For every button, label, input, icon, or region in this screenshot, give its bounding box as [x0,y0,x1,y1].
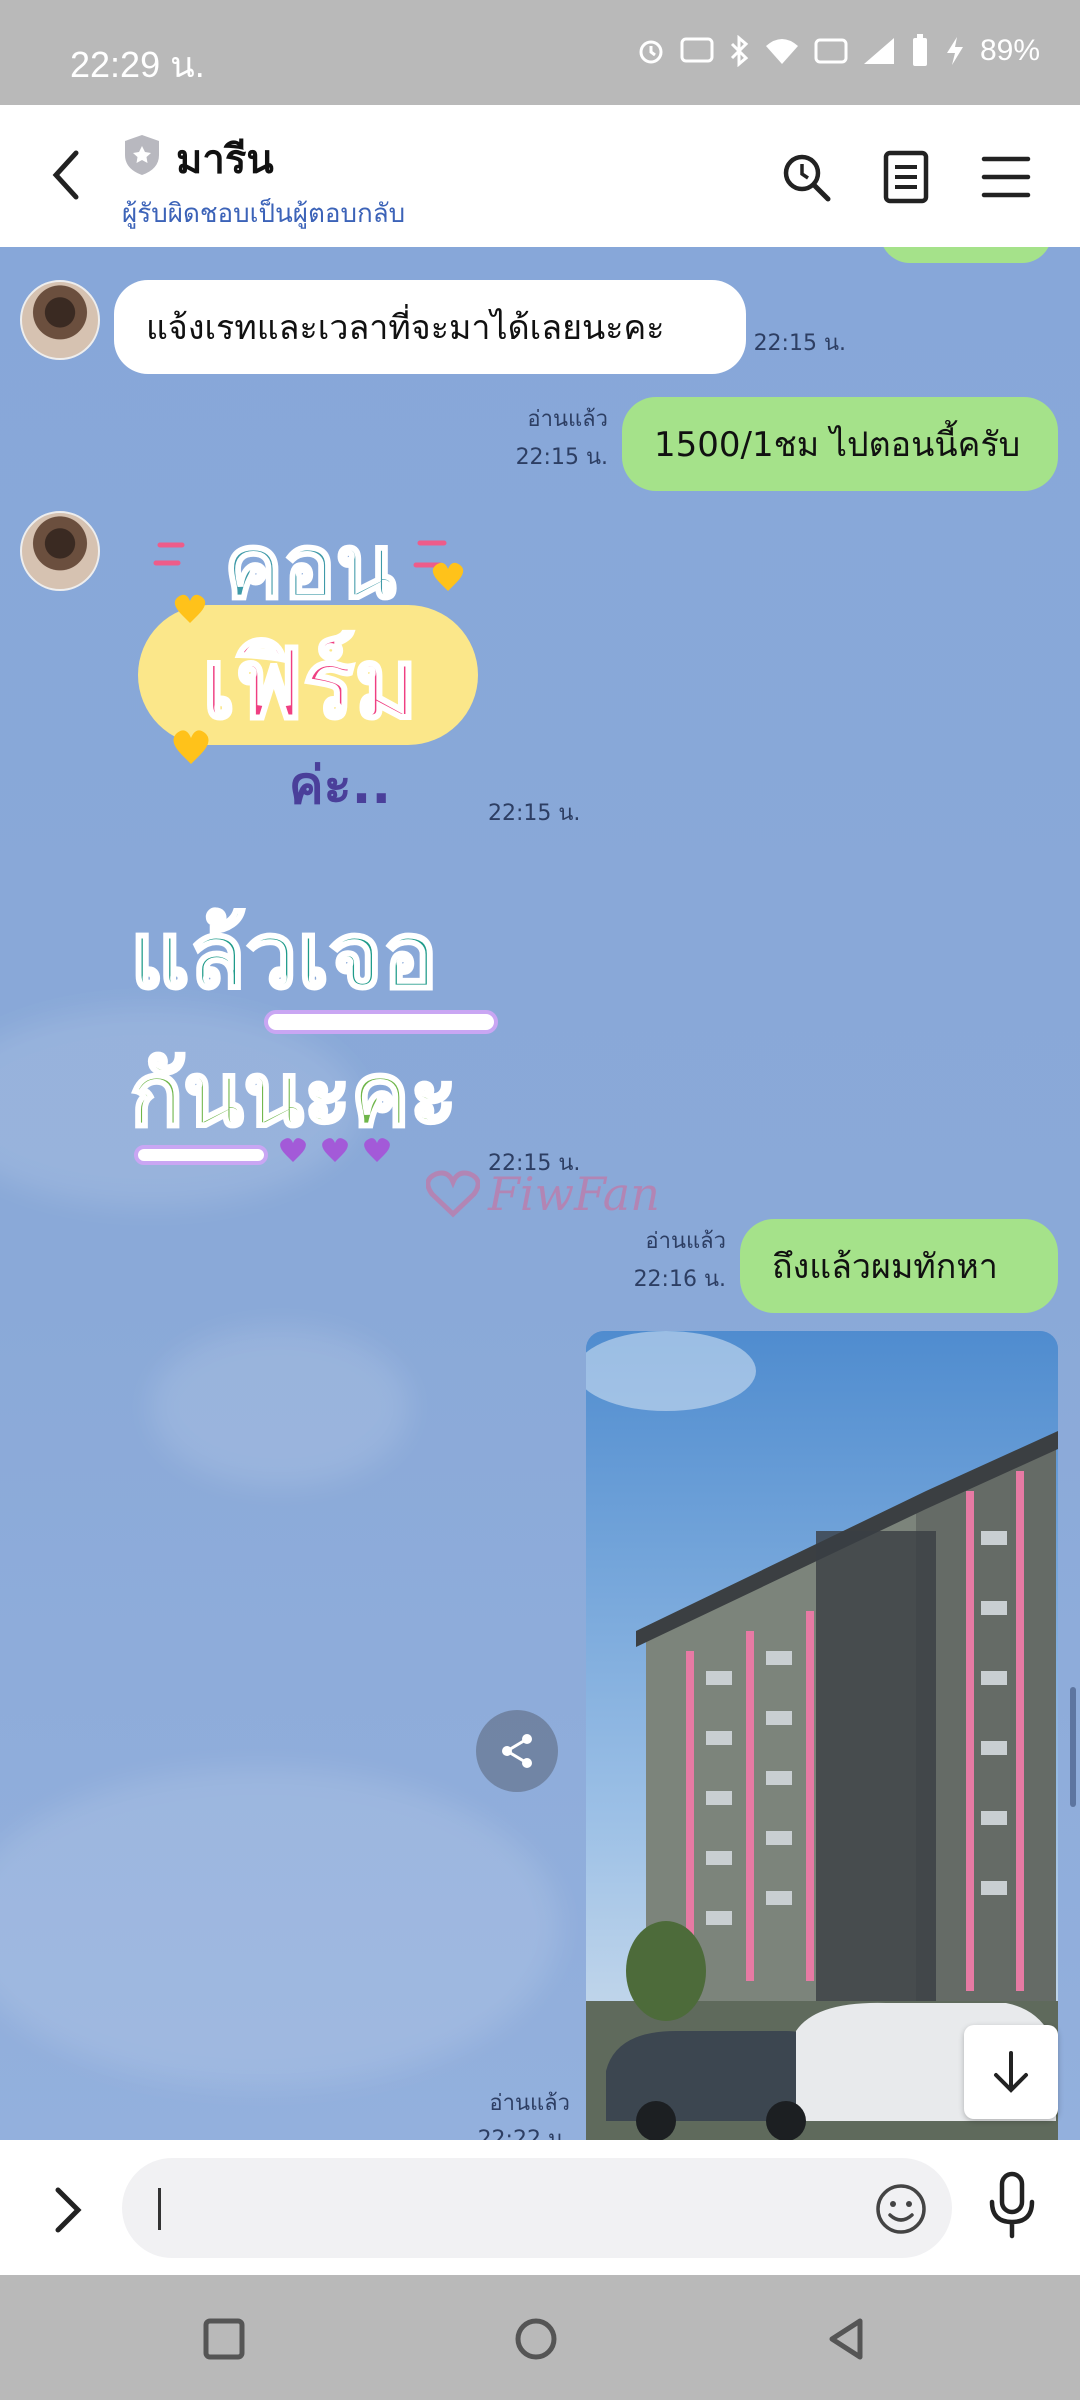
chevron-right-icon[interactable] [48,2182,88,2238]
sticker-text: แล้วเจอ [130,902,438,1009]
watermark: FiwFan [426,1167,660,1221]
sticker-text: กันนะคะ [130,1043,457,1146]
heart-icon [426,1170,480,1218]
chat-area[interactable]: แจ้งเรทและเวลาที่จะมาได้เลยนะคะ 22:15 น.… [0,247,1080,2140]
read-receipt: อ่านแล้ว [489,2091,570,2116]
building-photo [586,1331,1058,2140]
watermark-text: FiwFan [488,1167,660,1221]
charging-icon [944,35,966,67]
search-icon[interactable] [778,149,834,205]
message-time: 22:16 น. [633,1267,726,1292]
message-text: 1500/1ชม ไปตอนนี้ครับ [654,425,1021,465]
message-time: 22:15 น. [488,801,581,826]
microphone-icon[interactable] [984,2170,1040,2242]
avatar[interactable] [20,280,100,360]
back-nav-icon[interactable] [818,2311,874,2367]
volte-icon [814,36,848,66]
menu-icon[interactable] [978,149,1034,205]
recent-apps-icon[interactable] [196,2311,252,2367]
message-input-bar [0,2140,1080,2275]
shield-icon [125,135,159,175]
status-time: 22:29 น. [70,44,205,85]
status-bar: 22:29 น. 89% [0,0,1080,105]
incoming-message-bubble[interactable]: แจ้งเรทและเวลาที่จะมาได้เลยนะคะ [114,280,746,374]
photo-message[interactable] [586,1331,1058,2140]
outgoing-message-bubble[interactable]: 1500/1ชม ไปตอนนี้ครับ [622,397,1058,491]
contact-name[interactable]: มารีน [176,127,274,191]
message-time: 22:15 น. [515,445,608,470]
sticker-text: คอน [224,515,396,618]
message-input[interactable] [122,2158,952,2258]
sticker-text: เฟิร์ม [202,628,418,740]
chat-header: มารีน ผู้รับผิดชอบเป็นผู้ตอบกลับ [0,105,1080,247]
text-caret [158,2188,161,2230]
signal-icon [862,36,896,66]
bluetooth-icon [728,35,750,67]
message-time: 22:22 น. [477,2127,570,2140]
scrollbar[interactable] [1070,1687,1076,1807]
message-text: ถึงแล้วผมทักหา [772,1247,998,1287]
arrow-down-icon [994,2051,1028,2093]
sticker-confirm[interactable]: คอน เฟิร์ม ค่ะ.. [120,505,500,825]
message-text: แจ้งเรทและเวลาที่จะมาได้เลยนะคะ [146,308,665,348]
wifi-icon [764,36,800,66]
sticker-text: ค่ะ.. [289,756,391,816]
system-navigation-bar [0,2275,1080,2400]
emoji-icon[interactable] [874,2182,928,2236]
contact-subtitle: ผู้รับผิดชอบเป็นผู้ตอบกลับ [122,199,406,229]
read-receipt: อ่านแล้ว [645,1229,726,1254]
alarm-icon [636,36,666,66]
previous-message-bubble [880,247,1052,263]
refresh-rate-icon [680,36,714,66]
share-button[interactable] [476,1710,558,1792]
chevron-left-icon[interactable] [44,145,94,205]
status-icons: 89% [636,34,1040,68]
scroll-to-bottom-button[interactable] [964,2025,1058,2119]
notes-icon[interactable] [878,149,934,205]
battery-icon [910,34,930,68]
battery-percent: 89% [979,34,1040,67]
avatar[interactable] [20,511,100,591]
message-time: 22:15 น. [753,331,846,356]
share-icon [502,1734,532,1768]
outgoing-message-bubble[interactable]: ถึงแล้วผมทักหา [740,1219,1058,1313]
home-icon[interactable] [508,2311,564,2367]
read-receipt: อ่านแล้ว [527,407,608,432]
sticker-see-you[interactable]: แล้วเจอ กันนะคะ [116,877,516,1167]
